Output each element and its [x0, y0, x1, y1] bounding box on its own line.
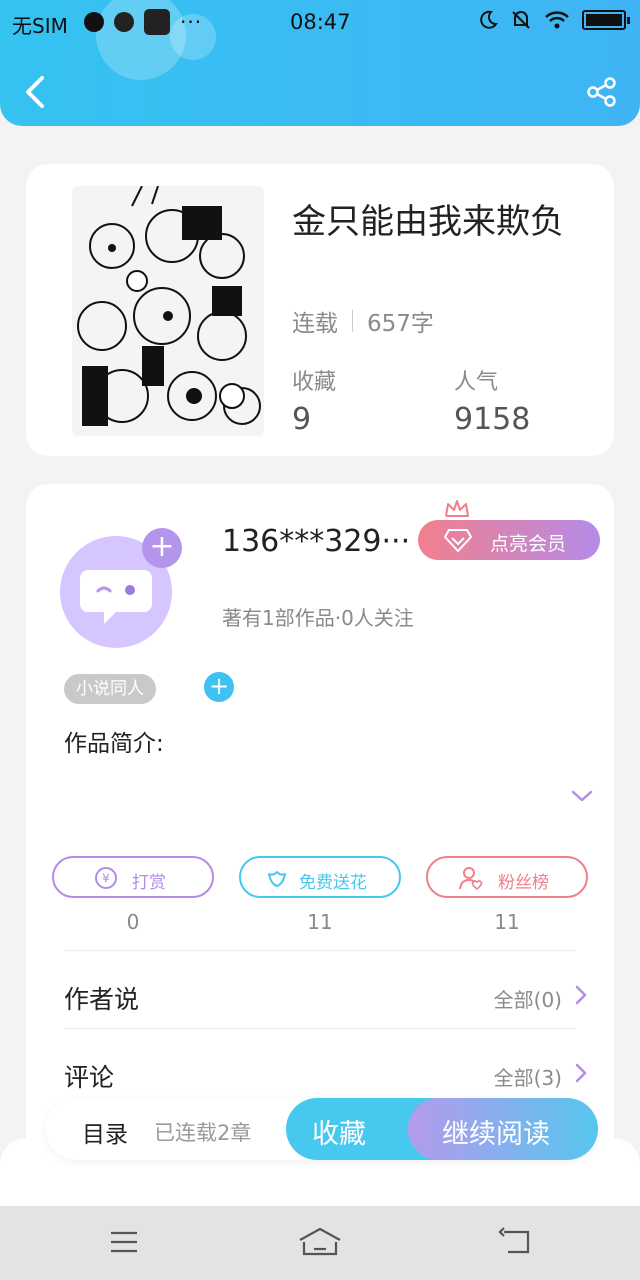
back-button[interactable] [20, 74, 52, 110]
chapter-count: 已连载2章 [154, 1121, 252, 1145]
popularity-value: 9158 [454, 402, 531, 437]
app-icon [114, 12, 134, 32]
author-notes-all-link[interactable]: 全部(0) [494, 984, 562, 1013]
divider [64, 1028, 576, 1029]
share-button[interactable] [586, 76, 618, 108]
tip-count: 0 [126, 910, 140, 934]
author-summary: 著有1部作品·0人关注 [222, 606, 414, 630]
vip-button-label: 点亮会员 [490, 533, 567, 555]
battery-icon [582, 10, 630, 30]
carrier-label: 无SIM [12, 14, 68, 38]
book-title: 金只能由我来欺负 [292, 202, 564, 242]
favorites-value: 9 [292, 402, 312, 437]
divider [64, 950, 576, 951]
intro-label: 作品简介: [64, 731, 164, 757]
flower-count: 11 [307, 910, 333, 934]
fan-icon [459, 867, 483, 891]
send-flower-button[interactable]: 免费送花 [239, 856, 401, 898]
add-tag-button[interactable]: + [204, 672, 234, 702]
book-meta: 连载 657字 [292, 304, 434, 338]
serial-status: 连载 [292, 311, 338, 337]
category-tag[interactable]: 小说同人 [64, 674, 156, 704]
mute-bell-icon [512, 11, 530, 29]
meta-divider [352, 310, 353, 332]
tip-button[interactable]: ¥ 打赏 [52, 856, 214, 898]
coin-icon: ¥ [95, 867, 117, 889]
author-name[interactable]: 136***329··· [222, 524, 412, 559]
system-navigation-bar [0, 1206, 640, 1280]
send-flower-label: 免费送花 [299, 873, 367, 893]
favorites-label: 收藏 [292, 370, 337, 395]
back-nav-icon[interactable] [498, 1226, 532, 1258]
book-info-card: 金只能由我来欺负 连载 657字 收藏 9 人气 9158 [26, 164, 614, 456]
continue-reading-label: 继续阅读 [442, 1119, 550, 1150]
bottom-action-bar: 目录 已连载2章 收藏 继续阅读 [46, 1098, 598, 1160]
fan-count: 11 [494, 910, 520, 934]
chevron-right-icon[interactable] [574, 1062, 588, 1084]
flower-icon [268, 871, 286, 887]
moon-icon [480, 10, 498, 29]
crown-icon [445, 500, 469, 517]
author-card: + 136***329··· 点亮会员 著有1部作品·0人关注 小说同人 + 作… [26, 484, 614, 1204]
follow-author-button[interactable]: + [142, 528, 182, 568]
author-notes-label[interactable]: 作者说 [64, 980, 139, 1016]
popularity-label: 人气 [454, 370, 499, 395]
comments-all-link[interactable]: 全部(3) [494, 1062, 562, 1091]
more-notifications-icon: ··· [180, 10, 203, 34]
status-bar: 无SIM ··· 08:47 [0, 0, 640, 44]
expand-intro-chevron-down-icon[interactable] [570, 786, 594, 806]
tip-label: 打赏 [132, 873, 166, 893]
app-square-icon [144, 9, 170, 35]
vip-upgrade-button[interactable]: 点亮会员 [418, 520, 600, 560]
chevron-right-icon[interactable] [574, 984, 588, 1006]
comments-label[interactable]: 评论 [64, 1058, 114, 1094]
book-cover-image[interactable] [72, 186, 264, 436]
clock: 08:47 [290, 10, 351, 34]
continue-reading-button[interactable]: 继续阅读 [408, 1098, 598, 1160]
fan-ranking-button[interactable]: 粉丝榜 [426, 856, 588, 898]
notification-icons: ··· [84, 9, 202, 35]
wifi-icon [545, 11, 569, 29]
diamond-icon [444, 529, 472, 552]
table-of-contents-button[interactable]: 目录 [82, 1115, 128, 1149]
header: 无SIM ··· 08:47 [0, 0, 640, 126]
menu-icon[interactable] [108, 1226, 140, 1258]
home-icon[interactable] [298, 1226, 342, 1258]
svg-text:¥: ¥ [102, 872, 110, 886]
system-icons [478, 9, 630, 31]
favorites-button-label: 收藏 [312, 1119, 366, 1150]
word-count: 657字 [367, 311, 434, 337]
browser-icon [84, 12, 104, 32]
fan-ranking-label: 粉丝榜 [498, 873, 549, 893]
